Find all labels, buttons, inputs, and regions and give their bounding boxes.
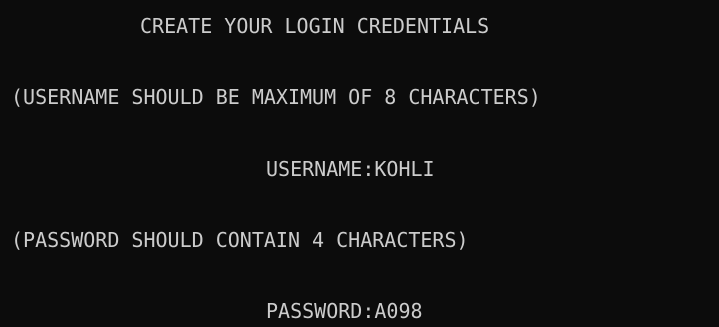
password-hint: (PASSWORD SHOULD CONTAIN 4 CHARACTERS) [11,228,469,252]
console-window: CREATE YOUR LOGIN CREDENTIALS (USERNAME … [0,0,719,327]
username-entry: USERNAME:KOHLI [266,157,435,181]
create-credentials-heading: CREATE YOUR LOGIN CREDENTIALS [140,14,490,38]
username-hint: (USERNAME SHOULD BE MAXIMUM OF 8 CHARACT… [11,85,541,109]
password-entry: PASSWORD:A098 [266,299,423,323]
